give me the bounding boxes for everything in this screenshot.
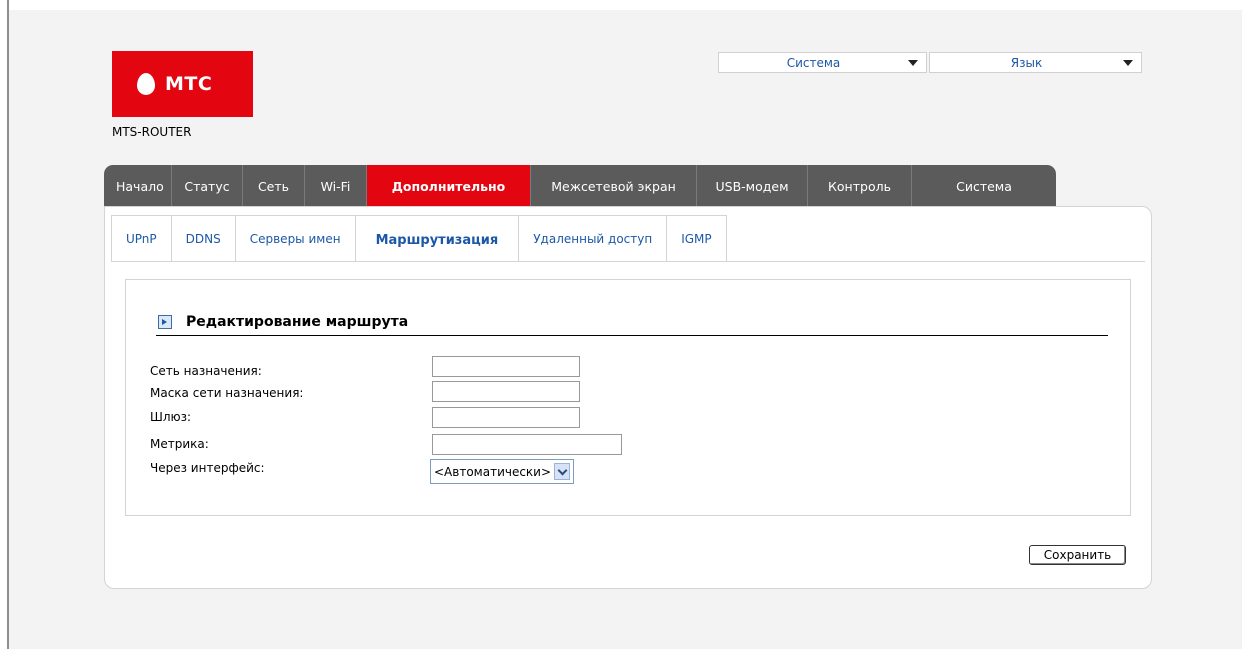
- save-button[interactable]: Сохранить: [1029, 545, 1126, 565]
- mts-logo: МТС: [112, 51, 253, 117]
- left-window-edge: [0, 0, 9, 649]
- main-menu: Начало Статус Сеть Wi-Fi Дополнительно М…: [104, 165, 1056, 206]
- interface-select-value: <Автоматически>: [434, 464, 552, 479]
- menu-item-usb-modem[interactable]: USB-модем: [697, 165, 808, 206]
- destination-network-label: Сеть назначения:: [150, 364, 262, 378]
- mts-egg-icon: [137, 73, 155, 95]
- section-title: Редактирование маршрута: [186, 314, 409, 330]
- router-name: MTS-ROUTER: [112, 125, 192, 139]
- destination-mask-label: Маска сети назначения:: [150, 386, 304, 400]
- system-dropdown-label: Система: [786, 55, 841, 70]
- section-divider: [156, 335, 1108, 336]
- interface-label: Через интерфейс:: [150, 461, 265, 475]
- chevron-down-icon[interactable]: [554, 463, 571, 480]
- menu-item-advanced[interactable]: Дополнительно: [367, 165, 531, 206]
- tab-upnp[interactable]: UPnP: [111, 215, 171, 262]
- tabs-divider: [111, 261, 1145, 262]
- content-panel: UPnP DDNS Серверы имен Маршрутизация Уда…: [104, 206, 1152, 589]
- metric-input[interactable]: [432, 434, 622, 455]
- menu-item-system[interactable]: Система: [912, 165, 1056, 206]
- language-dropdown[interactable]: Язык: [929, 52, 1142, 73]
- destination-network-input[interactable]: [432, 356, 580, 377]
- language-dropdown-label: Язык: [1010, 55, 1043, 70]
- menu-item-status[interactable]: Статус: [172, 165, 243, 206]
- logo-text: МТС: [165, 73, 213, 95]
- tab-ddns[interactable]: DDNS: [170, 215, 235, 262]
- menu-item-control[interactable]: Контроль: [808, 165, 912, 206]
- tab-name-servers[interactable]: Серверы имен: [234, 215, 355, 262]
- gateway-label: Шлюз:: [150, 410, 192, 424]
- metric-label: Метрика:: [150, 437, 209, 451]
- top-band: [9, 0, 1242, 10]
- sub-tabs: UPnP DDNS Серверы имен Маршрутизация Уда…: [111, 215, 727, 262]
- tab-remote-access[interactable]: Удаленный доступ: [518, 215, 667, 262]
- route-edit-form: Редактирование маршрута Сеть назначения:…: [125, 279, 1131, 516]
- menu-item-firewall[interactable]: Межсетевой экран: [531, 165, 697, 206]
- interface-select[interactable]: <Автоматически>: [430, 459, 575, 484]
- gateway-input[interactable]: [432, 407, 580, 428]
- menu-item-wifi[interactable]: Wi-Fi: [305, 165, 367, 206]
- destination-mask-input[interactable]: [432, 381, 580, 402]
- system-dropdown[interactable]: Система: [718, 52, 927, 73]
- chevron-down-icon: [1123, 59, 1133, 66]
- tab-routing[interactable]: Маршрутизация: [354, 215, 519, 262]
- menu-item-start[interactable]: Начало: [104, 165, 172, 206]
- edit-arrow-icon: [158, 315, 172, 329]
- menu-item-network[interactable]: Сеть: [243, 165, 305, 206]
- tab-igmp[interactable]: IGMP: [666, 215, 727, 262]
- chevron-down-icon: [908, 59, 918, 66]
